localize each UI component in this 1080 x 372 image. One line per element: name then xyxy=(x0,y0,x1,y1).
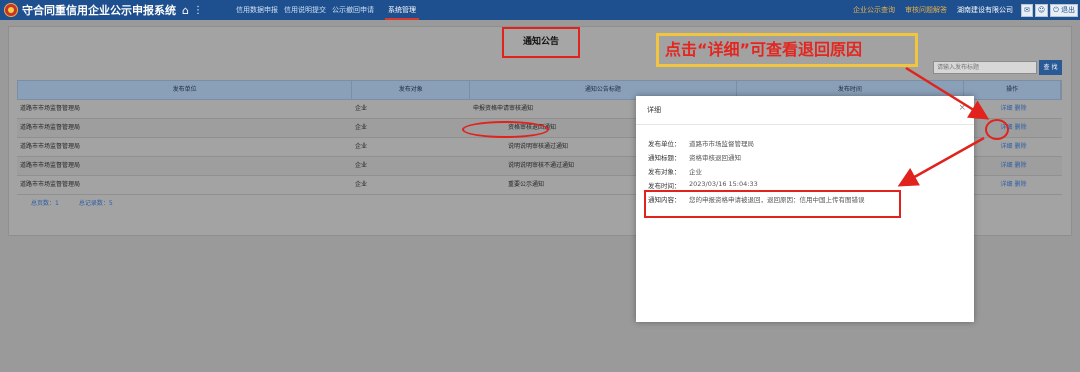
arrow-to-content xyxy=(897,136,985,187)
annotation-arrows xyxy=(897,66,990,187)
arrow-to-detail xyxy=(905,66,990,120)
